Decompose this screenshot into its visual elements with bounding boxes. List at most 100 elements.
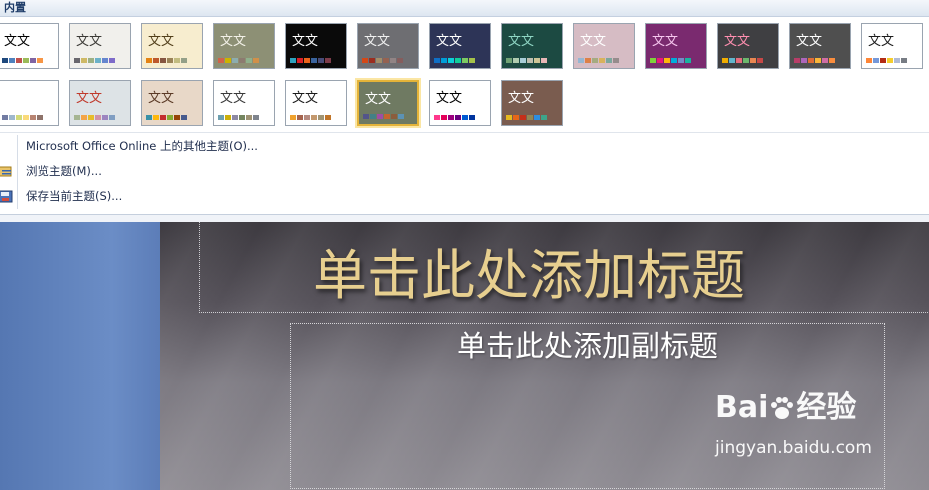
color-swatch bbox=[671, 58, 677, 63]
color-swatch bbox=[325, 58, 331, 63]
color-swatch bbox=[160, 115, 166, 120]
theme-sample-text: 文文 bbox=[868, 34, 895, 49]
color-swatch bbox=[448, 115, 454, 120]
theme-color-swatches bbox=[290, 115, 331, 120]
theme-color-swatches bbox=[74, 58, 115, 63]
color-swatch bbox=[534, 58, 540, 63]
color-swatch bbox=[369, 58, 375, 63]
theme-thumbnail[interactable]: 文文 bbox=[861, 23, 923, 69]
theme-thumbnail[interactable]: 文文 bbox=[285, 80, 347, 126]
theme-thumbnail[interactable]: 文文 bbox=[141, 80, 203, 126]
theme-sample-text: 文文 bbox=[796, 34, 823, 49]
online-themes-menu-item[interactable]: Microsoft Office Online 上的其他主题(O)... bbox=[0, 135, 500, 157]
theme-sample-text: 文文 bbox=[364, 34, 391, 49]
color-swatch bbox=[102, 58, 108, 63]
slides-thumbnail-pane[interactable] bbox=[0, 222, 160, 490]
color-swatch bbox=[174, 58, 180, 63]
theme-thumbnail[interactable]: 文文 bbox=[789, 23, 851, 69]
theme-thumbnail[interactable]: 文文 bbox=[573, 23, 635, 69]
color-swatch bbox=[894, 58, 900, 63]
color-swatch bbox=[808, 58, 814, 63]
color-swatch bbox=[304, 58, 310, 63]
theme-thumbnail[interactable]: 文文 bbox=[0, 23, 59, 69]
color-swatch bbox=[23, 58, 29, 63]
color-swatch bbox=[311, 58, 317, 63]
theme-color-swatches bbox=[74, 115, 115, 120]
theme-thumbnail[interactable]: 文文 bbox=[357, 80, 419, 126]
theme-sample-text: 文文 bbox=[76, 91, 103, 106]
color-swatch bbox=[30, 58, 36, 63]
color-swatch bbox=[462, 58, 468, 63]
color-swatch bbox=[513, 115, 519, 120]
browse-themes-label: 浏览主题(M)... bbox=[26, 164, 102, 178]
theme-thumbnail[interactable]: 文文 bbox=[645, 23, 707, 69]
paw-icon bbox=[771, 396, 794, 419]
theme-color-swatches bbox=[434, 58, 475, 63]
slide-canvas[interactable]: 单击此处添加标题 单击此处添加副标题 Bai 经验 jingyan.baidu.… bbox=[160, 222, 929, 490]
theme-thumbnail[interactable]: 文文 bbox=[69, 80, 131, 126]
theme-thumbnail[interactable]: 文文 bbox=[285, 23, 347, 69]
theme-color-swatches bbox=[2, 58, 43, 63]
color-swatch bbox=[390, 58, 396, 63]
color-swatch bbox=[160, 58, 166, 63]
theme-thumbnail[interactable]: 文文 bbox=[501, 23, 563, 69]
color-swatch bbox=[370, 114, 376, 119]
theme-sample-text: 文文 bbox=[76, 34, 103, 49]
color-swatch bbox=[815, 58, 821, 63]
theme-thumbnail[interactable]: 文文 bbox=[0, 80, 59, 126]
color-swatch bbox=[239, 58, 245, 63]
browse-themes-menu-item[interactable]: 浏览主题(M)... bbox=[0, 160, 500, 182]
save-theme-menu-item[interactable]: 保存当前主题(S)... bbox=[0, 185, 500, 207]
color-swatch bbox=[246, 115, 252, 120]
color-swatch bbox=[520, 58, 526, 63]
theme-thumbnail[interactable]: 文文 bbox=[357, 23, 419, 69]
theme-sample-text: 文文 bbox=[508, 34, 535, 49]
color-swatch bbox=[297, 58, 303, 63]
color-swatch bbox=[153, 115, 159, 120]
color-swatch bbox=[750, 58, 756, 63]
theme-color-swatches bbox=[2, 115, 43, 120]
color-swatch bbox=[95, 115, 101, 120]
color-swatch bbox=[30, 115, 36, 120]
color-swatch bbox=[520, 115, 526, 120]
theme-thumbnail[interactable]: 文文 bbox=[501, 80, 563, 126]
color-swatch bbox=[318, 58, 324, 63]
theme-sample-text: 文文 bbox=[724, 34, 751, 49]
color-swatch bbox=[290, 58, 296, 63]
color-swatch bbox=[81, 115, 87, 120]
color-swatch bbox=[218, 58, 224, 63]
theme-thumbnail[interactable]: 文文 bbox=[213, 80, 275, 126]
color-swatch bbox=[174, 115, 180, 120]
theme-sample-text: 文文 bbox=[292, 34, 319, 49]
theme-thumbnail[interactable]: 文文 bbox=[69, 23, 131, 69]
color-swatch bbox=[541, 115, 547, 120]
theme-thumbnail[interactable]: 文文 bbox=[429, 80, 491, 126]
save-theme-label: 保存当前主题(S)... bbox=[26, 189, 123, 203]
slide-subtitle[interactable]: 单击此处添加副标题 bbox=[291, 327, 884, 365]
color-swatch bbox=[650, 58, 656, 63]
menu-divider bbox=[0, 132, 929, 133]
theme-thumbnail[interactable]: 文文 bbox=[213, 23, 275, 69]
color-swatch bbox=[109, 58, 115, 63]
color-swatch bbox=[16, 58, 22, 63]
baidu-jingyan-watermark: Bai 经验 jingyan.baidu.com bbox=[715, 390, 890, 470]
color-swatch bbox=[592, 58, 598, 63]
color-swatch bbox=[109, 115, 115, 120]
color-swatch bbox=[585, 58, 591, 63]
theme-sample-text: 文文 bbox=[292, 91, 319, 106]
color-swatch bbox=[901, 58, 907, 63]
color-swatch bbox=[887, 58, 893, 63]
color-swatch bbox=[23, 115, 29, 120]
color-swatch bbox=[678, 58, 684, 63]
theme-thumbnail[interactable]: 文文 bbox=[429, 23, 491, 69]
theme-sample-text: 文文 bbox=[148, 34, 175, 49]
theme-thumbnail[interactable]: 文文 bbox=[717, 23, 779, 69]
color-swatch bbox=[9, 58, 15, 63]
color-swatch bbox=[16, 115, 22, 120]
color-swatch bbox=[469, 115, 475, 120]
theme-thumbnail[interactable]: 文文 bbox=[141, 23, 203, 69]
theme-sample-text: 文文 bbox=[436, 34, 463, 49]
color-swatch bbox=[736, 58, 742, 63]
slide-title[interactable]: 单击此处添加标题 bbox=[313, 244, 745, 308]
color-swatch bbox=[599, 58, 605, 63]
